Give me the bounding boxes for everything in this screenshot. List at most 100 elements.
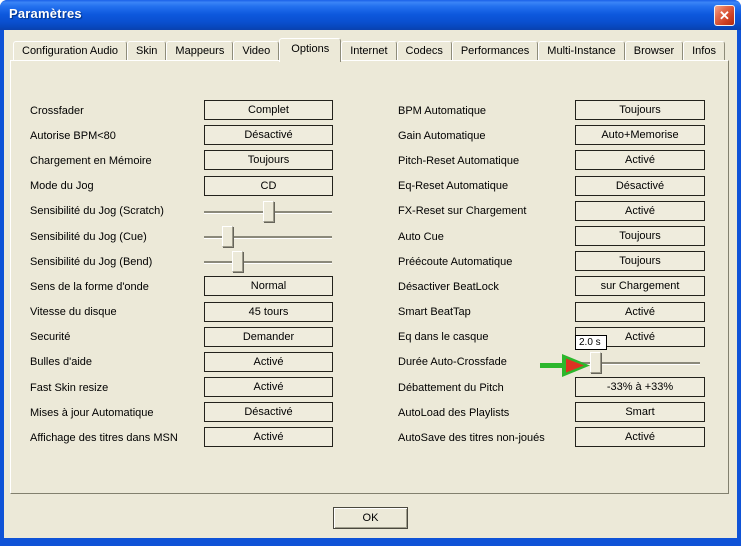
tab-bar: Configuration Audio Skin Mappeurs Video …: [13, 38, 725, 60]
autorise-bpm-value-button[interactable]: Désactivé: [204, 125, 333, 145]
setting-row-autorise-bpm: Autorise BPM<80 Désactivé: [10, 123, 365, 148]
setting-row-forme-onde: Sens de la forme d'onde Normal: [10, 274, 365, 299]
slider-thumb[interactable]: [263, 201, 274, 222]
setting-label: Affichage des titres dans MSN: [30, 432, 178, 444]
setting-label: Sensibilité du Jog (Scratch): [30, 205, 164, 217]
securite-value-button[interactable]: Demander: [204, 327, 333, 347]
crossfader-value-button[interactable]: Complet: [204, 100, 333, 120]
setting-row-crossfader: Crossfader Complet: [10, 98, 365, 123]
tab-options[interactable]: Options: [279, 38, 341, 62]
jog-scratch-slider[interactable]: [204, 211, 332, 213]
setting-label: Sensibilité du Jog (Cue): [30, 231, 147, 243]
close-icon: ✕: [719, 8, 730, 23]
setting-label: Mises à jour Automatique: [30, 407, 154, 419]
beatlock-value-button[interactable]: sur Chargement: [575, 276, 705, 296]
jog-cue-slider[interactable]: [204, 236, 332, 238]
tab-configuration-audio[interactable]: Configuration Audio: [13, 41, 127, 60]
fast-skin-resize-value-button[interactable]: Activé: [204, 377, 333, 397]
setting-label: Smart BeatTap: [398, 306, 471, 318]
tab-codecs[interactable]: Codecs: [397, 41, 452, 60]
ok-button[interactable]: OK: [333, 507, 408, 529]
setting-row-jog-cue: Sensibilité du Jog (Cue): [10, 224, 365, 249]
setting-label: Vitesse du disque: [30, 306, 117, 318]
tab-mappeurs[interactable]: Mappeurs: [166, 41, 233, 60]
setting-row-bpm-automatique: BPM Automatique Toujours: [380, 98, 725, 123]
titlebar: Paramètres ✕: [0, 0, 741, 30]
bulles-aide-value-button[interactable]: Activé: [204, 352, 333, 372]
debattement-pitch-value-button[interactable]: -33% à +33%: [575, 377, 705, 397]
slider-thumb[interactable]: [222, 226, 233, 247]
setting-label: FX-Reset sur Chargement: [398, 205, 526, 217]
autoload-playlists-value-button[interactable]: Smart: [575, 402, 705, 422]
setting-label: Sensibilité du Jog (Bend): [30, 256, 152, 268]
settings-column-left: Crossfader Complet Autorise BPM<80 Désac…: [10, 98, 365, 451]
smart-beattap-value-button[interactable]: Activé: [575, 302, 705, 322]
crossfade-duration-slider[interactable]: [578, 362, 700, 364]
setting-row-pitch-reset: Pitch-Reset Automatique Activé: [380, 148, 725, 173]
chargement-memoire-value-button[interactable]: Toujours: [204, 150, 333, 170]
setting-row-gain-automatique: Gain Automatique Auto+Memorise: [380, 123, 725, 148]
autosave-titres-value-button[interactable]: Activé: [575, 427, 705, 447]
setting-row-autosave-titres: AutoSave des titres non-joués Activé: [380, 425, 725, 450]
tab-browser[interactable]: Browser: [625, 41, 683, 60]
crossfade-duration-tooltip: 2.0 s: [575, 335, 607, 350]
setting-label: Mode du Jog: [30, 180, 94, 192]
titres-msn-value-button[interactable]: Activé: [204, 427, 333, 447]
setting-label: Fast Skin resize: [30, 382, 108, 394]
setting-label: Préécoute Automatique: [398, 256, 512, 268]
setting-row-vitesse-disque: Vitesse du disque 45 tours: [10, 300, 365, 325]
slider-thumb[interactable]: [232, 251, 243, 272]
preecoute-value-button[interactable]: Toujours: [575, 251, 705, 271]
auto-cue-value-button[interactable]: Toujours: [575, 226, 705, 246]
pointer-arrow-icon: [534, 352, 594, 378]
tab-skin[interactable]: Skin: [127, 41, 166, 60]
setting-label: Auto Cue: [398, 231, 444, 243]
window-title: Paramètres: [9, 6, 82, 21]
setting-label: Bulles d'aide: [30, 356, 92, 368]
tab-internet[interactable]: Internet: [341, 41, 396, 60]
setting-row-chargement-memoire: Chargement en Mémoire Toujours: [10, 148, 365, 173]
setting-label: Crossfader: [30, 105, 84, 117]
tab-infos[interactable]: Infos: [683, 41, 725, 60]
vitesse-disque-value-button[interactable]: 45 tours: [204, 302, 333, 322]
setting-label: Désactiver BeatLock: [398, 281, 499, 293]
pitch-reset-value-button[interactable]: Activé: [575, 150, 705, 170]
setting-label: Securité: [30, 331, 70, 343]
setting-label: AutoSave des titres non-joués: [398, 432, 545, 444]
setting-label: Chargement en Mémoire: [30, 155, 152, 167]
forme-onde-value-button[interactable]: Normal: [204, 276, 333, 296]
eq-reset-value-button[interactable]: Désactivé: [575, 176, 705, 196]
gain-automatique-value-button[interactable]: Auto+Memorise: [575, 125, 705, 145]
setting-row-eq-casque: Eq dans le casque Activé: [380, 325, 725, 350]
mode-jog-value-button[interactable]: CD: [204, 176, 333, 196]
setting-row-autoload-playlists: AutoLoad des Playlists Smart: [380, 400, 725, 425]
jog-bend-slider[interactable]: [204, 261, 332, 263]
fx-reset-value-button[interactable]: Activé: [575, 201, 705, 221]
setting-row-jog-scratch: Sensibilité du Jog (Scratch): [10, 199, 365, 224]
setting-label: BPM Automatique: [398, 105, 486, 117]
setting-row-debattement-pitch: Débattement du Pitch -33% à +33%: [380, 375, 725, 400]
tab-video[interactable]: Video: [233, 41, 279, 60]
bpm-automatique-value-button[interactable]: Toujours: [575, 100, 705, 120]
setting-row-fast-skin-resize: Fast Skin resize Activé: [10, 375, 365, 400]
setting-label: Eq dans le casque: [398, 331, 489, 343]
close-button[interactable]: ✕: [714, 5, 735, 26]
setting-row-fx-reset: FX-Reset sur Chargement Activé: [380, 199, 725, 224]
tab-multi-instance[interactable]: Multi-Instance: [538, 41, 624, 60]
tab-performances[interactable]: Performances: [452, 41, 538, 60]
setting-label: AutoLoad des Playlists: [398, 407, 509, 419]
setting-label: Sens de la forme d'onde: [30, 281, 149, 293]
setting-label: Débattement du Pitch: [398, 382, 504, 394]
setting-row-mises-a-jour: Mises à jour Automatique Désactivé: [10, 400, 365, 425]
setting-row-jog-bend: Sensibilité du Jog (Bend): [10, 249, 365, 274]
setting-row-smart-beattap: Smart BeatTap Activé: [380, 300, 725, 325]
setting-row-auto-cue: Auto Cue Toujours: [380, 224, 725, 249]
setting-row-titres-msn: Affichage des titres dans MSN Activé: [10, 425, 365, 450]
mises-a-jour-value-button[interactable]: Désactivé: [204, 402, 333, 422]
setting-row-eq-reset: Eq-Reset Automatique Désactivé: [380, 174, 725, 199]
setting-row-bulles-aide: Bulles d'aide Activé: [10, 350, 365, 375]
setting-row-beatlock: Désactiver BeatLock sur Chargement: [380, 274, 725, 299]
setting-label: Gain Automatique: [398, 130, 485, 142]
settings-window: Paramètres ✕ Configuration Audio Skin Ma…: [0, 0, 741, 546]
settings-column-right: BPM Automatique Toujours Gain Automatiqu…: [380, 98, 725, 451]
